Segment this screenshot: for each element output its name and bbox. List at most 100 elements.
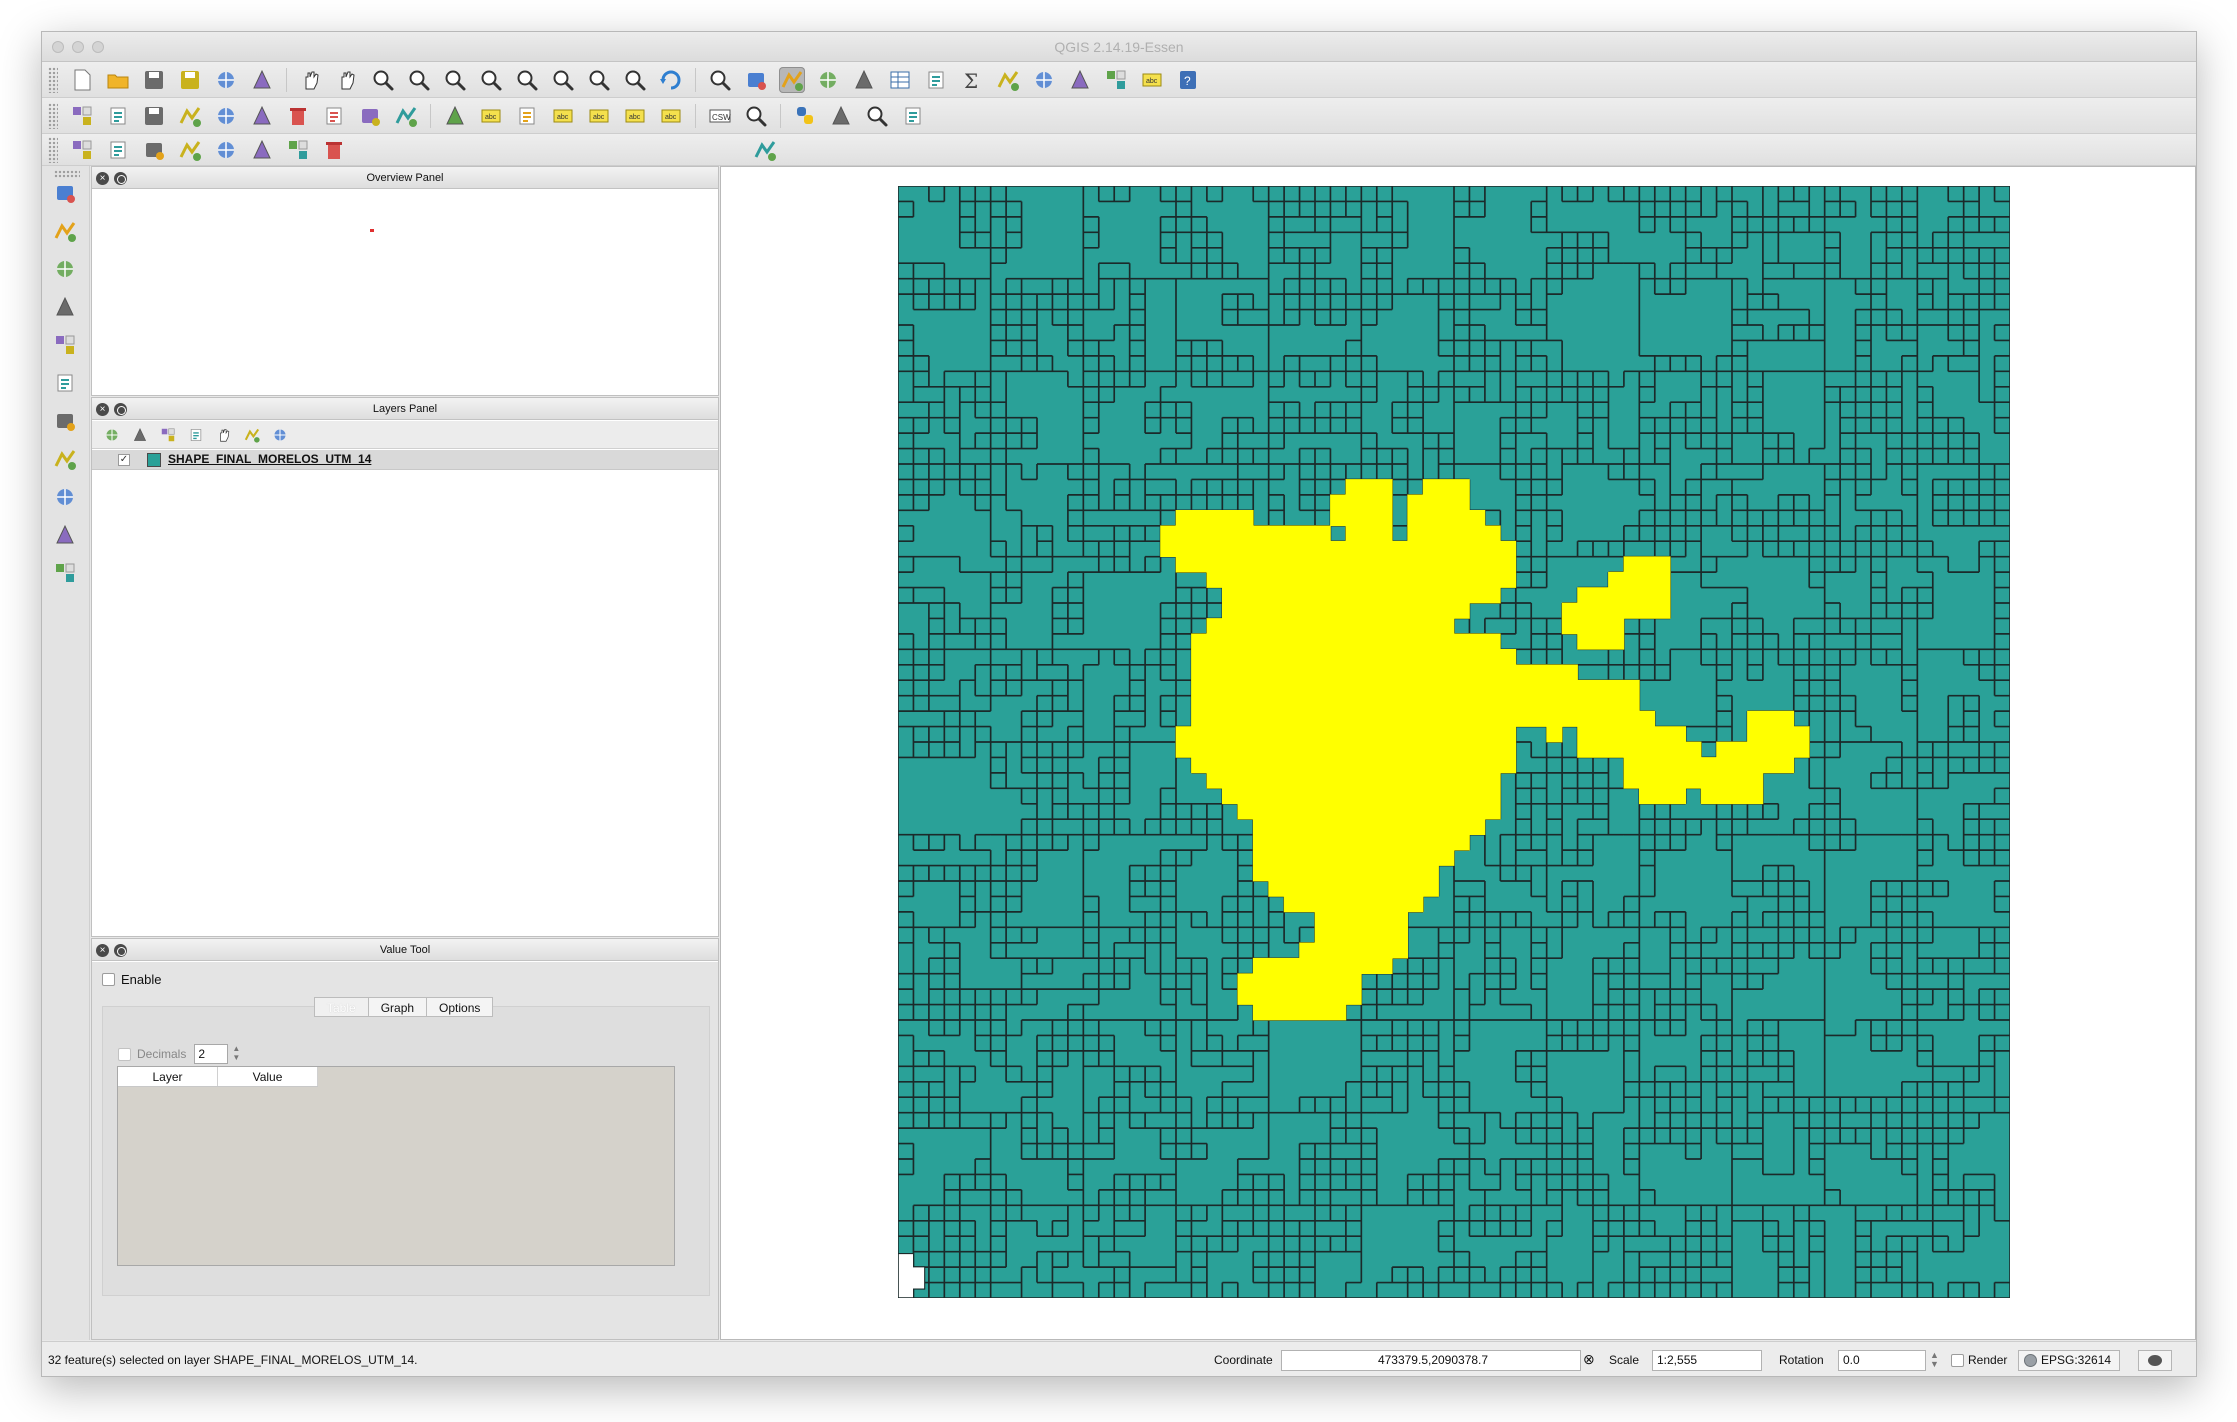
- fill-ring-icon[interactable]: [285, 137, 311, 163]
- cut-features-icon[interactable]: [321, 103, 347, 129]
- render-checkbox[interactable]: [1951, 1354, 1964, 1367]
- digitize-2-icon[interactable]: [105, 137, 131, 163]
- python-console-icon[interactable]: [792, 103, 818, 129]
- form-annotation-icon[interactable]: [1103, 67, 1129, 93]
- tab-graph[interactable]: Graph: [367, 997, 428, 1017]
- delete-ring-icon[interactable]: [321, 137, 347, 163]
- select-features-icon[interactable]: [779, 66, 805, 93]
- current-edits-icon[interactable]: [105, 103, 131, 129]
- gps-plugin-icon[interactable]: [752, 137, 778, 163]
- paste-features-icon[interactable]: [393, 103, 419, 129]
- pan-icon[interactable]: [298, 67, 324, 93]
- toolbar-handle[interactable]: [48, 136, 58, 163]
- add-virtual-layer-icon[interactable]: [52, 522, 78, 548]
- map-layer-render[interactable]: [898, 186, 2010, 1298]
- change-label-icon[interactable]: abc: [658, 103, 684, 129]
- manage-visibility-icon[interactable]: [131, 426, 149, 444]
- spin-arrows-icon[interactable]: ▲ ▼: [230, 1044, 242, 1064]
- add-part-icon[interactable]: [249, 137, 275, 163]
- save-edits-icon[interactable]: [141, 103, 167, 129]
- layer-visibility-checkbox[interactable]: ✓: [118, 454, 130, 466]
- close-icon[interactable]: ×: [96, 172, 109, 185]
- annotation-icon[interactable]: [1031, 67, 1057, 93]
- show-hide-labels-icon[interactable]: abc: [550, 103, 576, 129]
- identify-icon[interactable]: [707, 67, 733, 93]
- add-group-icon[interactable]: [103, 426, 121, 444]
- decimals-checkbox[interactable]: [118, 1047, 131, 1061]
- add-spatialite-layer-icon[interactable]: [52, 294, 78, 320]
- move-label-icon[interactable]: abc: [586, 103, 612, 129]
- close-icon[interactable]: ×: [96, 944, 109, 957]
- new-shapefile-icon[interactable]: [52, 560, 78, 586]
- zoom-selection-icon[interactable]: [514, 67, 540, 93]
- statistics-icon[interactable]: Σ: [959, 67, 985, 93]
- add-wcs-layer-icon[interactable]: [52, 408, 78, 434]
- enable-checkbox[interactable]: [102, 973, 115, 986]
- label-toolbar-icon[interactable]: [442, 103, 468, 129]
- coordinate-field[interactable]: 473379.5,2090378.7: [1281, 1350, 1581, 1371]
- move-feature-icon[interactable]: [213, 103, 239, 129]
- tab-table[interactable]: Table: [314, 997, 369, 1017]
- add-wms-layer-icon[interactable]: [52, 370, 78, 396]
- attribute-table-icon[interactable]: [887, 67, 913, 93]
- save-project-icon[interactable]: [141, 67, 167, 93]
- close-icon[interactable]: ×: [96, 403, 109, 416]
- add-postgis-layer-icon[interactable]: [52, 256, 78, 282]
- measure-icon[interactable]: [995, 67, 1021, 93]
- float-panel-icon[interactable]: [114, 944, 127, 957]
- rotation-spin-arrows-icon[interactable]: ▲ ▼: [1930, 1351, 1939, 1369]
- help-icon[interactable]: ?: [1175, 67, 1201, 93]
- deselect-icon[interactable]: [851, 67, 877, 93]
- map-canvas[interactable]: [720, 166, 2196, 1340]
- toolbar-handle[interactable]: [54, 170, 80, 178]
- toggle-extents-icon[interactable]: ⊗: [1583, 1351, 1595, 1368]
- new-print-composer-icon[interactable]: [213, 67, 239, 93]
- scale-combobox[interactable]: 1:2,555: [1652, 1350, 1762, 1371]
- toolbar-handle[interactable]: [48, 66, 58, 93]
- toolbar-handle[interactable]: [48, 102, 58, 129]
- refresh-icon[interactable]: [658, 67, 684, 93]
- map-tips-icon[interactable]: [743, 67, 769, 93]
- add-raster-layer-icon[interactable]: [52, 218, 78, 244]
- check-geometry-icon[interactable]: [900, 103, 926, 129]
- tab-options[interactable]: Options: [426, 997, 494, 1017]
- add-mssql-layer-icon[interactable]: [52, 332, 78, 358]
- open-project-icon[interactable]: [105, 67, 131, 93]
- node-tool-icon[interactable]: [249, 103, 275, 129]
- messages-button[interactable]: [2138, 1350, 2172, 1371]
- add-ring-icon[interactable]: [213, 137, 239, 163]
- remove-layer-icon[interactable]: [271, 426, 289, 444]
- expand-all-icon[interactable]: [215, 426, 233, 444]
- add-vector-layer-icon[interactable]: [52, 180, 78, 206]
- metasearch-icon[interactable]: [743, 103, 769, 129]
- float-panel-icon[interactable]: [114, 172, 127, 185]
- save-as-icon[interactable]: [177, 67, 203, 93]
- rotate-label-icon[interactable]: abc: [622, 103, 648, 129]
- zoom-layer-icon[interactable]: [550, 67, 576, 93]
- zoom-last-icon[interactable]: [586, 67, 612, 93]
- digitize-1-icon[interactable]: [69, 137, 95, 163]
- add-delimited-text-icon[interactable]: [52, 484, 78, 510]
- text-annotation-icon[interactable]: [1067, 67, 1093, 93]
- copy-features-icon[interactable]: [357, 103, 383, 129]
- zoom-out-icon[interactable]: [406, 67, 432, 93]
- zoom-in-icon[interactable]: [370, 67, 396, 93]
- highlight-pinned-icon[interactable]: [514, 103, 540, 129]
- filter-legend-icon[interactable]: [159, 426, 177, 444]
- crs-button[interactable]: EPSG:32614: [2018, 1350, 2121, 1371]
- float-panel-icon[interactable]: [114, 403, 127, 416]
- zoom-native-icon[interactable]: [442, 67, 468, 93]
- decimals-spinbox[interactable]: 2: [194, 1044, 229, 1064]
- zoom-next-icon[interactable]: [622, 67, 648, 93]
- digitize-4-icon[interactable]: [177, 137, 203, 163]
- field-calculator-icon[interactable]: [923, 67, 949, 93]
- composer-manager-icon[interactable]: [249, 67, 275, 93]
- add-wfs-layer-icon[interactable]: [52, 446, 78, 472]
- delete-selected-icon[interactable]: [285, 103, 311, 129]
- new-project-icon[interactable]: [69, 67, 95, 93]
- select-expression-icon[interactable]: [815, 67, 841, 93]
- column-value[interactable]: Value: [218, 1067, 318, 1086]
- pan-to-selection-icon[interactable]: [334, 67, 360, 93]
- plugin-icon[interactable]: [828, 103, 854, 129]
- filter-expression-icon[interactable]: [187, 426, 205, 444]
